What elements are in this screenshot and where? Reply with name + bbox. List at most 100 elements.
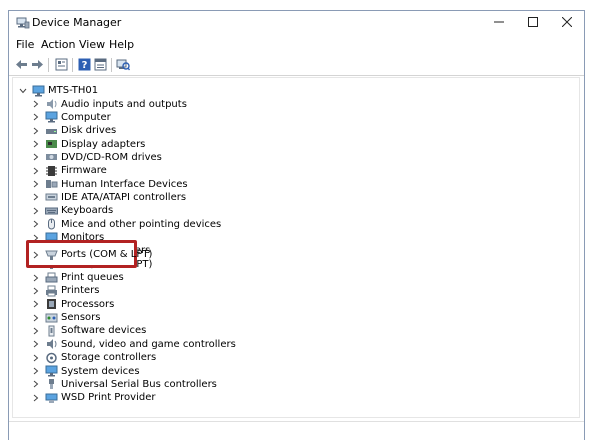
ide-controller-icon: [45, 191, 58, 203]
tree-item-label: Software devices: [61, 325, 147, 337]
tree-item-label: Ports (COM & LPT): [61, 249, 153, 260]
toolbar: ?: [9, 54, 584, 76]
expand-chevron-icon[interactable]: [32, 248, 40, 261]
expand-chevron-icon[interactable]: [32, 178, 40, 191]
svg-text:?: ?: [81, 60, 87, 71]
tree-item-label: Storage controllers: [61, 352, 157, 364]
tree-item-sensors[interactable]: Sensors: [32, 311, 101, 324]
tree-item-label: Universal Serial Bus controllers: [61, 378, 217, 390]
expand-chevron-icon[interactable]: [32, 98, 40, 111]
dvd-drive-icon: [45, 151, 58, 163]
expand-chevron-icon[interactable]: [32, 151, 40, 164]
tree-item-label: WSD Print Provider: [61, 392, 156, 404]
properties-icon[interactable]: [53, 57, 69, 72]
status-bar: [9, 421, 584, 440]
tree-item-label: Sensors: [61, 312, 101, 324]
menu-help[interactable]: Help: [109, 38, 134, 51]
tree-root-label: MTS-TH01: [48, 85, 99, 96]
window-title: Device Manager: [32, 16, 122, 29]
usb-icon: [45, 378, 58, 390]
expand-chevron-icon[interactable]: [32, 378, 40, 391]
tree-item-ide-ata-atapi-controllers[interactable]: IDE ATA/ATAPI controllers: [32, 191, 186, 204]
sensor-icon: [45, 312, 58, 324]
software-device-icon: [45, 325, 58, 337]
tree-item-disk-drives[interactable]: Disk drives: [32, 124, 116, 137]
tree-item-mice-and-other-pointing-devices[interactable]: Mice and other pointing devices: [32, 218, 221, 231]
tree-item-label: Human Interface Devices: [61, 178, 188, 190]
tree-item-printers[interactable]: Printers: [32, 284, 99, 297]
tree-item-sound-video-and-game-controllers[interactable]: Sound, video and game controllers: [32, 338, 236, 351]
expand-chevron-icon[interactable]: [32, 284, 40, 297]
scan-hardware-icon[interactable]: [115, 57, 131, 72]
expand-chevron-icon[interactable]: [32, 218, 40, 231]
collapse-chevron-icon[interactable]: [19, 84, 27, 97]
tree-item-human-interface-devices[interactable]: Human Interface Devices: [32, 178, 188, 191]
tree-item-label: Printers: [61, 285, 100, 297]
toolbar-separator: [72, 58, 73, 72]
toolbar-separator: [48, 58, 49, 72]
expand-chevron-icon[interactable]: [32, 164, 40, 177]
tree-item-label: Sound, video and game controllers: [61, 338, 236, 350]
expand-chevron-icon[interactable]: [32, 204, 40, 217]
expand-chevron-icon[interactable]: [32, 191, 40, 204]
tree-item-audio-inputs-and-outputs[interactable]: Audio inputs and outputs: [32, 98, 187, 111]
tree-item-firmware[interactable]: Firmware: [32, 164, 107, 177]
device-manager-app-icon: [16, 17, 30, 29]
sound-controller-icon: [45, 338, 58, 350]
speaker-icon: [45, 98, 58, 110]
tree-item-display-adapters[interactable]: Display adapters: [32, 138, 145, 151]
tree-item-label: Processors: [61, 298, 115, 310]
tree-item-computer[interactable]: Computer: [32, 111, 111, 124]
action-pane-icon[interactable]: [92, 57, 108, 72]
tree-item-software-devices[interactable]: Software devices: [32, 324, 146, 337]
tree-item-label: Audio inputs and outputs: [61, 98, 187, 110]
back-icon[interactable]: [13, 57, 29, 72]
expand-chevron-icon[interactable]: [32, 338, 40, 351]
storage-controller-icon: [45, 352, 58, 364]
minimize-button[interactable]: [482, 11, 516, 35]
tree-item-print-queues[interactable]: Print queues: [32, 271, 124, 284]
expand-chevron-icon[interactable]: [32, 324, 40, 337]
toolbar-separator: [111, 58, 112, 72]
expand-chevron-icon[interactable]: [32, 138, 40, 151]
help-icon[interactable]: ?: [76, 57, 92, 72]
expand-chevron-icon[interactable]: [32, 311, 40, 324]
expand-chevron-icon[interactable]: [32, 365, 40, 378]
menu-file[interactable]: File: [16, 38, 34, 51]
expand-chevron-icon[interactable]: [32, 111, 40, 124]
processor-icon: [45, 298, 58, 310]
tree-item-universal-serial-bus-controllers[interactable]: Universal Serial Bus controllers: [32, 378, 217, 391]
wsd-print-icon: [45, 392, 58, 404]
system-device-icon: [45, 365, 58, 377]
tree-item-keyboards[interactable]: Keyboards: [32, 204, 113, 217]
expand-chevron-icon[interactable]: [32, 271, 40, 284]
expand-chevron-icon[interactable]: [32, 124, 40, 137]
menu-action[interactable]: Action: [41, 38, 75, 51]
forward-icon[interactable]: [29, 57, 45, 72]
maximize-icon: [528, 16, 538, 31]
expand-chevron-icon[interactable]: [32, 391, 40, 404]
tree-item-storage-controllers[interactable]: Storage controllers: [32, 351, 156, 364]
tree-item-processors[interactable]: Processors: [32, 298, 114, 311]
menu-view[interactable]: View: [79, 38, 105, 51]
tree-item-label: System devices: [61, 365, 140, 377]
tree-item-wsd-print-provider[interactable]: WSD Print Provider: [32, 391, 155, 404]
tree-item-ports-highlighted[interactable]: Ports (COM & LPT): [32, 248, 152, 261]
firmware-icon: [45, 165, 58, 177]
hid-icon: [45, 178, 58, 190]
tree-item-label: IDE ATA/ATAPI controllers: [61, 191, 187, 203]
title-bar[interactable]: Device Manager: [9, 11, 584, 35]
expand-chevron-icon[interactable]: [32, 351, 40, 364]
expand-chevron-icon[interactable]: [32, 298, 40, 311]
close-button[interactable]: [550, 11, 584, 35]
menu-bar: File Action View Help: [9, 35, 584, 53]
maximize-button[interactable]: [516, 11, 550, 35]
device-manager-window: Device Manager File Action View Help ? M…: [8, 10, 585, 440]
keyboard-icon: [45, 205, 58, 217]
minimize-icon: [494, 16, 504, 31]
disk-drive-icon: [45, 125, 58, 137]
tree-root[interactable]: MTS-TH01: [19, 84, 98, 97]
tree-item-dvd-cd-rom-drives[interactable]: DVD/CD-ROM drives: [32, 151, 162, 164]
tree-item-system-devices[interactable]: System devices: [32, 365, 140, 378]
computer-icon: [32, 85, 45, 97]
